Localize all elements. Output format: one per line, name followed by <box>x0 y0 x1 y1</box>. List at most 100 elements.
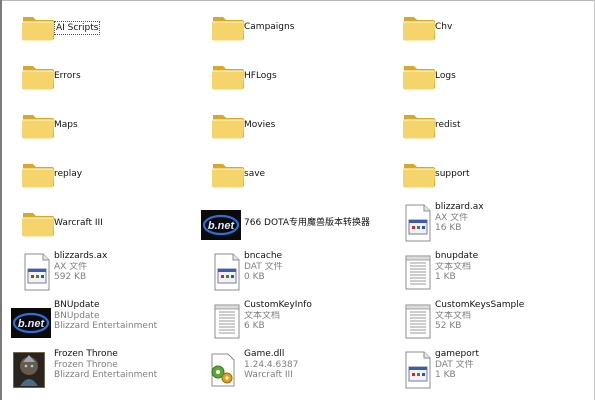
file-size: Warcraft III <box>244 370 293 380</box>
file-type: 文本文档 <box>244 310 281 321</box>
text-document-icon <box>200 300 240 340</box>
file-name: bncache <box>244 251 283 261</box>
file-name: replay <box>54 169 83 179</box>
file-item[interactable]: support <box>391 153 576 197</box>
file-name: AI Scripts <box>54 21 101 35</box>
file-name: gameport <box>435 349 479 359</box>
file-item[interactable]: Logs <box>391 55 576 99</box>
file-type: 文本文档 <box>435 310 472 321</box>
file-size: 1 KB <box>435 272 456 282</box>
file-item[interactable]: b.net BNUpdate BNUpdate Blizzard Entertain… <box>10 300 195 344</box>
file-item[interactable]: redist <box>391 104 576 148</box>
file-type: 文本文档 <box>435 261 472 272</box>
file-item[interactable]: Frozen Throne Frozen Throne Blizzard Enter… <box>10 349 195 393</box>
file-item-text: 766 DOTA专用魔兽版本转换器 <box>244 217 384 229</box>
file-item[interactable]: Warcraft III <box>10 202 195 246</box>
file-type: AX 文件 <box>54 261 88 272</box>
folder-icon <box>10 104 55 144</box>
file-item-text: Warcraft III <box>54 217 194 229</box>
file-name: 766 DOTA专用魔兽版本转换器 <box>244 218 371 228</box>
file-item[interactable]: gameport DAT 文件 1 KB <box>391 349 576 393</box>
file-item[interactable]: Game.dll 1.24.4.6387 Warcraft III <box>200 349 385 393</box>
file-item[interactable]: save <box>200 153 385 197</box>
file-item-text: Errors <box>54 70 194 82</box>
file-name: save <box>244 169 266 179</box>
file-size: 6 KB <box>244 321 265 331</box>
file-name: support <box>435 169 470 179</box>
file-name: HFLogs <box>244 71 277 81</box>
file-item-text: Logs <box>435 70 575 82</box>
file-item-text: Chv <box>435 21 575 33</box>
file-name: Frozen Throne <box>54 349 118 359</box>
folder-icon <box>391 153 436 193</box>
file-name: Campaigns <box>244 22 295 32</box>
file-type: DAT 文件 <box>435 359 474 370</box>
file-item[interactable]: CustomKeysSample 文本文档 52 KB <box>391 300 576 344</box>
file-item[interactable]: Campaigns <box>200 6 385 50</box>
file-item-text: CustomKeyInfo 文本文档 6 KB <box>244 300 384 332</box>
file-name: Errors <box>54 71 81 81</box>
file-type: 1.24.4.6387 <box>244 359 299 370</box>
file-item[interactable]: AI Scripts <box>10 6 195 50</box>
file-item-text: AI Scripts <box>54 21 194 39</box>
file-name: Maps <box>54 120 78 130</box>
svg-text:b.net: b.net <box>208 220 236 232</box>
file-item-text: bncache DAT 文件 0 KB <box>244 251 384 283</box>
folder-icon <box>200 6 245 46</box>
folder-icon <box>10 6 55 46</box>
file-size: Blizzard Entertainment <box>54 321 158 331</box>
svg-text:b.net: b.net <box>18 318 46 330</box>
folder-icon <box>200 55 245 95</box>
file-item-text: Campaigns <box>244 21 384 33</box>
generic-file-icon <box>200 251 240 291</box>
file-item-text: support <box>435 168 575 180</box>
folder-icon <box>391 55 436 95</box>
text-document-icon <box>391 300 431 340</box>
frozen-throne-icon <box>10 349 50 389</box>
file-name: bnupdate <box>435 251 479 261</box>
file-size: 592 KB <box>54 272 87 282</box>
folder-icon <box>200 153 245 193</box>
file-item[interactable]: Errors <box>10 55 195 99</box>
folder-icon <box>10 153 55 193</box>
file-item[interactable]: bncache DAT 文件 0 KB <box>200 251 385 295</box>
file-name: Game.dll <box>244 349 285 359</box>
file-item[interactable]: CustomKeyInfo 文本文档 6 KB <box>200 300 385 344</box>
bnet-logo-icon: b.net <box>200 202 241 242</box>
file-name: Logs <box>435 71 456 81</box>
folder-icon <box>200 104 245 144</box>
file-item-text: Movies <box>244 119 384 131</box>
file-type: AX 文件 <box>435 212 469 223</box>
file-item-text: Game.dll 1.24.4.6387 Warcraft III <box>244 349 384 381</box>
file-name: CustomKeyInfo <box>244 300 312 310</box>
file-name: Warcraft III <box>54 218 103 228</box>
file-item[interactable]: bnupdate 文本文档 1 KB <box>391 251 576 295</box>
file-size: 16 KB <box>435 223 462 233</box>
file-size: Blizzard Entertainment <box>54 370 158 380</box>
file-name: redist <box>435 120 461 130</box>
file-size: 52 KB <box>435 321 462 331</box>
text-document-icon <box>391 251 431 291</box>
folder-icon <box>391 6 436 46</box>
file-item-text: blizzards.ax AX 文件 592 KB <box>54 251 194 283</box>
file-list-view[interactable]: AI Scripts Campaigns Chv Errors HFLogs L… <box>2 1 594 400</box>
file-item[interactable]: blizzard.ax AX 文件 16 KB <box>391 202 576 246</box>
file-name: blizzard.ax <box>435 202 484 212</box>
file-item-text: redist <box>435 119 575 131</box>
file-size: 1 KB <box>435 370 456 380</box>
file-item[interactable]: Movies <box>200 104 385 148</box>
file-name: blizzards.ax <box>54 251 108 261</box>
file-name: Chv <box>435 22 453 32</box>
file-item[interactable]: Maps <box>10 104 195 148</box>
dll-gear-icon <box>200 349 240 389</box>
file-item[interactable]: Chv <box>391 6 576 50</box>
file-item[interactable]: replay <box>10 153 195 197</box>
file-type: BNUpdate <box>54 310 100 321</box>
file-name: BNUpdate <box>54 300 100 310</box>
generic-file-icon <box>391 202 431 242</box>
folder-icon <box>10 55 55 95</box>
file-item[interactable]: blizzards.ax AX 文件 592 KB <box>10 251 195 295</box>
file-item-text: Frozen Throne Frozen Throne Blizzard Enter… <box>54 349 194 381</box>
file-item[interactable]: HFLogs <box>200 55 385 99</box>
file-item[interactable]: b.net 766 DOTA专用魔兽版本转换器 <box>200 202 385 246</box>
